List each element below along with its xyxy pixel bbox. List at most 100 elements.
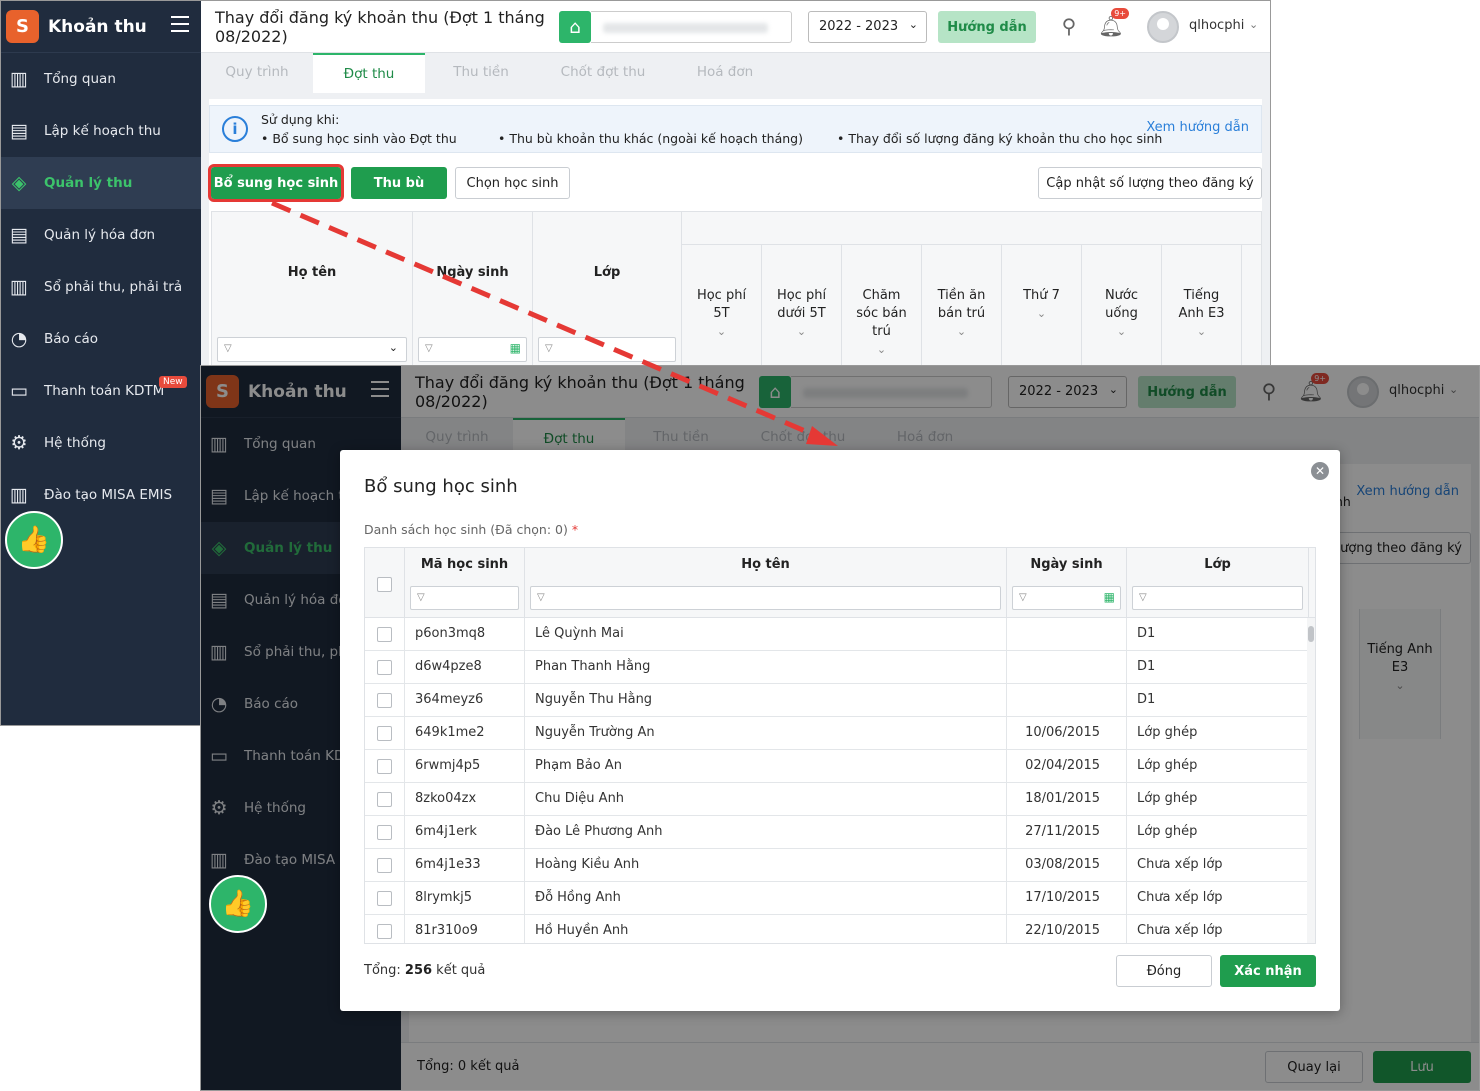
dialog-total: Tổng: 256 kết quả [364,963,485,978]
col-fee-6[interactable]: Tiếng Anh E3 ⌄ [1162,245,1242,370]
pie-chart-icon: ◔ [10,328,28,350]
hamburger-menu-icon[interactable] [171,16,189,32]
bell-icon[interactable]: 🔔︎ 9+ [1095,8,1129,42]
update-qty-button[interactable]: Cập nhật số lượng theo đăng ký [1038,167,1262,199]
class-filter-input[interactable]: ▽ [538,337,676,362]
guide-button[interactable]: Hướng dẫn [938,11,1036,43]
row-checkbox[interactable] [377,660,392,675]
close-button[interactable]: Đóng [1116,955,1212,987]
table-row[interactable]: 6m4j1erk Đào Lê Phương Anh 27/11/2015 Lớp g… [365,816,1307,849]
avatar[interactable] [1147,11,1179,43]
col-fee-2[interactable]: Chăm sóc bán trú ⌄ [842,245,922,370]
dob-filter[interactable]: ▽ ▦ [1012,586,1121,610]
sidebar-item-0[interactable]: ▥ Tổng quan [1,53,201,105]
hand-coin-icon: ◈ [11,172,27,194]
tab-0[interactable]: Quy trình [201,53,313,93]
table-scrollbar[interactable] [1307,618,1315,943]
cell-student-id: 364meyz6 [405,684,525,717]
row-checkbox[interactable] [377,693,392,708]
view-guide-link[interactable]: Xem hướng dẫn [1146,120,1249,135]
sidebar-item-1[interactable]: ▤ Lập kế hoạch thu [1,105,201,157]
cell-student-id: d6w4pze8 [405,651,525,684]
row-checkbox[interactable] [377,891,392,906]
chevron-down-icon: ⌄ [716,325,727,338]
total-suffix: kết quả [432,963,486,978]
calendar-icon[interactable]: ▦ [510,341,521,355]
table-scrollbar-thumb[interactable] [1308,626,1314,642]
add-students-button[interactable]: Bổ sung học sinh [208,164,344,202]
sidebar: S Khoản thu ▥ Tổng quan ▤ Lập kế hoạch thu ◈… [1,1,201,725]
row-select-cell [365,816,405,849]
filter-icon: ▽ [417,592,425,603]
total-prefix: Tổng: [364,963,405,978]
tab-3[interactable]: Chốt đợt thu [537,53,669,93]
table-row[interactable]: 649k1me2 Nguyễn Trường An 10/06/2015 Lớp gh… [365,717,1307,750]
close-icon[interactable]: ✕ [1311,462,1329,480]
table-row[interactable]: 6m4j1e33 Hoàng Kiều Anh 03/08/2015 Chưa xếp… [365,849,1307,882]
home-icon[interactable]: ⌂ [559,11,591,43]
col-fee-5[interactable]: Nước uống ⌄ [1082,245,1162,370]
cell-student-id: 81r310o9 [405,915,525,943]
like-feedback-icon[interactable]: 👍 [5,511,63,569]
select-all-checkbox[interactable] [377,577,392,592]
dob-filter-input[interactable]: ▽ ▦ [418,337,527,362]
row-checkbox[interactable] [377,924,392,939]
card-check-icon: ▭ [10,380,28,402]
sidebar-item-label: Quản lý hóa đơn [44,227,156,243]
table-row[interactable]: 364meyz6 Nguyễn Thu Hằng D1 [365,684,1307,717]
col-fee-3[interactable]: Tiền ăn bán trú ⌄ [922,245,1002,370]
sidebar-item-4[interactable]: ▥ Sổ phải thu, phải trả [1,261,201,313]
app-name: Khoản thu [48,16,147,37]
app-logo[interactable]: S Khoản thu [1,1,201,53]
row-checkbox[interactable] [377,726,392,741]
name-filter-input[interactable]: ▽ ⌄ [217,337,407,362]
student-table-header: Mã học sinh ▽ Họ tên ▽ Ngày sinh ▽ ▦ Lớp ▽ [365,548,1315,618]
tab-2[interactable]: Thu tiền [425,53,537,93]
name-filter[interactable]: ▽ [530,586,1001,610]
student-id-filter[interactable]: ▽ [410,586,519,610]
col-dob: Ngày sinh ▽ ▦ [413,212,533,370]
tab-4[interactable]: Hoá đơn [669,53,781,93]
col-full-name: Họ tên ▽ ⌄ [212,212,413,370]
row-checkbox[interactable] [377,825,392,840]
filter-icon: ▽ [224,343,232,354]
table-row[interactable]: 8zko04zx Chu Diệu Anh 18/01/2015 Lớp ghép [365,783,1307,816]
tab-bar: Quy trình Đợt thu Thu tiền Chốt đợt thu Hoá … [201,53,1270,93]
sidebar-item-label: Tổng quan [44,71,116,87]
col-fee-0[interactable]: Học phí 5T ⌄ [682,245,762,370]
tab-1[interactable]: Đợt thu [313,53,425,93]
table-row[interactable]: p6on3mq8 Lê Quỳnh Mai D1 [365,618,1307,651]
table-row[interactable]: 6rwmj4p5 Phạm Bảo An 02/04/2015 Lớp ghép [365,750,1307,783]
row-checkbox[interactable] [377,858,392,873]
user-name[interactable]: qlhocphi [1189,18,1244,33]
sidebar-item-5[interactable]: ◔ Báo cáo [1,313,201,365]
col-fee-1[interactable]: Học phí dưới 5T ⌄ [762,245,842,370]
table-row[interactable]: 81r310o9 Hồ Huyền Anh 22/10/2015 Chưa xếp l… [365,915,1307,943]
col-fee-4[interactable]: Thứ 7 ⌄ [1002,245,1082,370]
school-selector[interactable] [591,11,792,43]
select-students-button[interactable]: Chọn học sinh [455,167,570,199]
like-feedback-icon[interactable]: 👍 [209,875,267,933]
confirm-button[interactable]: Xác nhận [1220,955,1316,987]
sidebar-item-2[interactable]: ◈ Quản lý thu [1,157,201,209]
selected-count-label: Danh sách học sinh (Đã chọn: 0) [364,522,568,537]
extra-charge-button[interactable]: Thu bù [351,167,447,199]
search-analytics-icon[interactable]: ⚲ [1053,10,1085,42]
row-select-cell [365,684,405,717]
row-checkbox[interactable] [377,759,392,774]
class-filter[interactable]: ▽ [1132,586,1303,610]
user-menu-chevron-icon[interactable]: ⌄ [1249,18,1258,31]
calendar-icon[interactable]: ▦ [1104,590,1115,604]
row-checkbox[interactable] [377,792,392,807]
sidebar-item-7[interactable]: ⚙ Hệ thống [1,417,201,469]
sidebar-item-6[interactable]: ▭ Thanh toán KDTMNew [1,365,201,417]
table-row[interactable]: d6w4pze8 Phan Thanh Hằng D1 [365,651,1307,684]
col-fee-title: Tiền ăn bán trú [937,288,986,321]
cell-class: Chưa xếp lớp [1137,890,1223,905]
cell-full-name: Chu Diệu Anh [525,783,1007,816]
cell-full-name: Lê Quỳnh Mai [525,618,1007,651]
school-year-select[interactable]: 2022 - 2023 ⌄ [808,11,927,43]
row-checkbox[interactable] [377,627,392,642]
sidebar-item-3[interactable]: ▤ Quản lý hóa đơn [1,209,201,261]
table-row[interactable]: 8lrymkj5 Đỗ Hồng Anh 17/10/2015 Chưa xếp lớ… [365,882,1307,915]
